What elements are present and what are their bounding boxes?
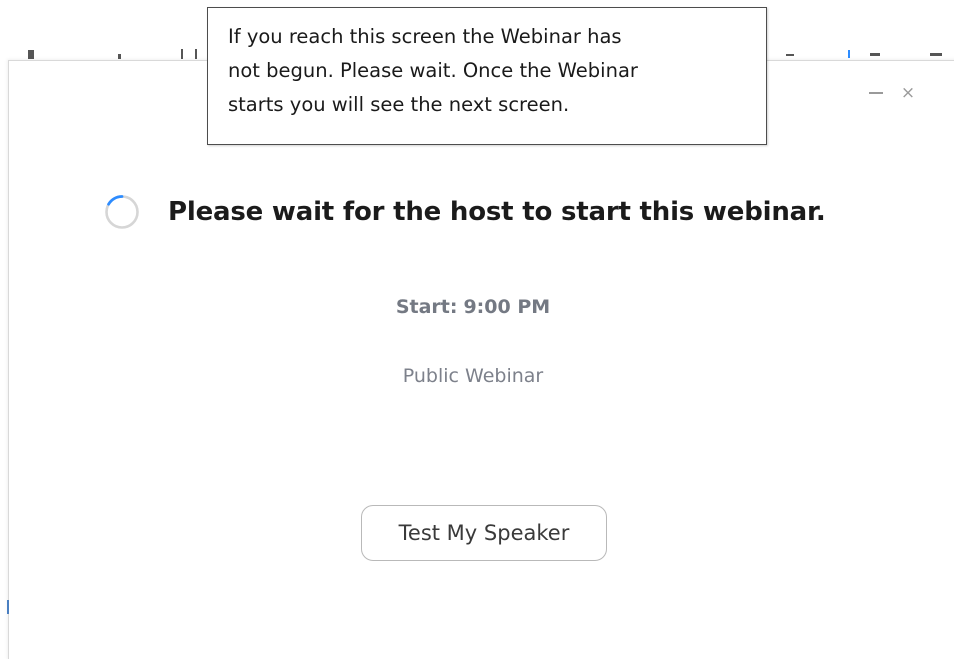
start-time-value: 9:00 PM: [463, 296, 551, 318]
window-controls: ×: [860, 82, 924, 104]
background-glyph: [118, 54, 121, 59]
background-glyph: [181, 49, 183, 59]
background-glyph: [930, 53, 942, 56]
background-glyph: [870, 53, 880, 56]
background-glyph: [195, 49, 197, 59]
close-icon: ×: [900, 82, 916, 103]
callout-line-1: If you reach this screen the Webinar has: [228, 25, 622, 48]
waiting-heading: Please wait for the host to start this w…: [168, 197, 826, 227]
loading-spinner-icon: [105, 195, 139, 229]
instruction-callout: If you reach this screen the Webinar has…: [207, 7, 767, 145]
start-time-label: Start:: [395, 296, 458, 318]
screen: × If you reach this screen the Webinar h…: [0, 0, 954, 659]
start-time: Start: 9:00 PM: [0, 296, 946, 318]
background-glyph: [848, 50, 850, 58]
window-edge-accent: [7, 600, 9, 614]
webinar-waiting-window: [8, 60, 954, 659]
minimize-icon: [869, 92, 883, 94]
close-button[interactable]: ×: [892, 82, 924, 104]
callout-line-2: not begun. Please wait. Once the Webinar: [228, 59, 638, 82]
webinar-type: Public Webinar: [402, 365, 544, 387]
background-glyph: [28, 50, 34, 59]
waiting-heading-row: Please wait for the host to start this w…: [104, 194, 826, 230]
background-glyph: [786, 54, 794, 56]
minimize-button[interactable]: [860, 82, 892, 104]
test-speaker-button[interactable]: Test My Speaker: [361, 505, 607, 561]
callout-line-3: starts you will see the next screen.: [228, 93, 570, 116]
